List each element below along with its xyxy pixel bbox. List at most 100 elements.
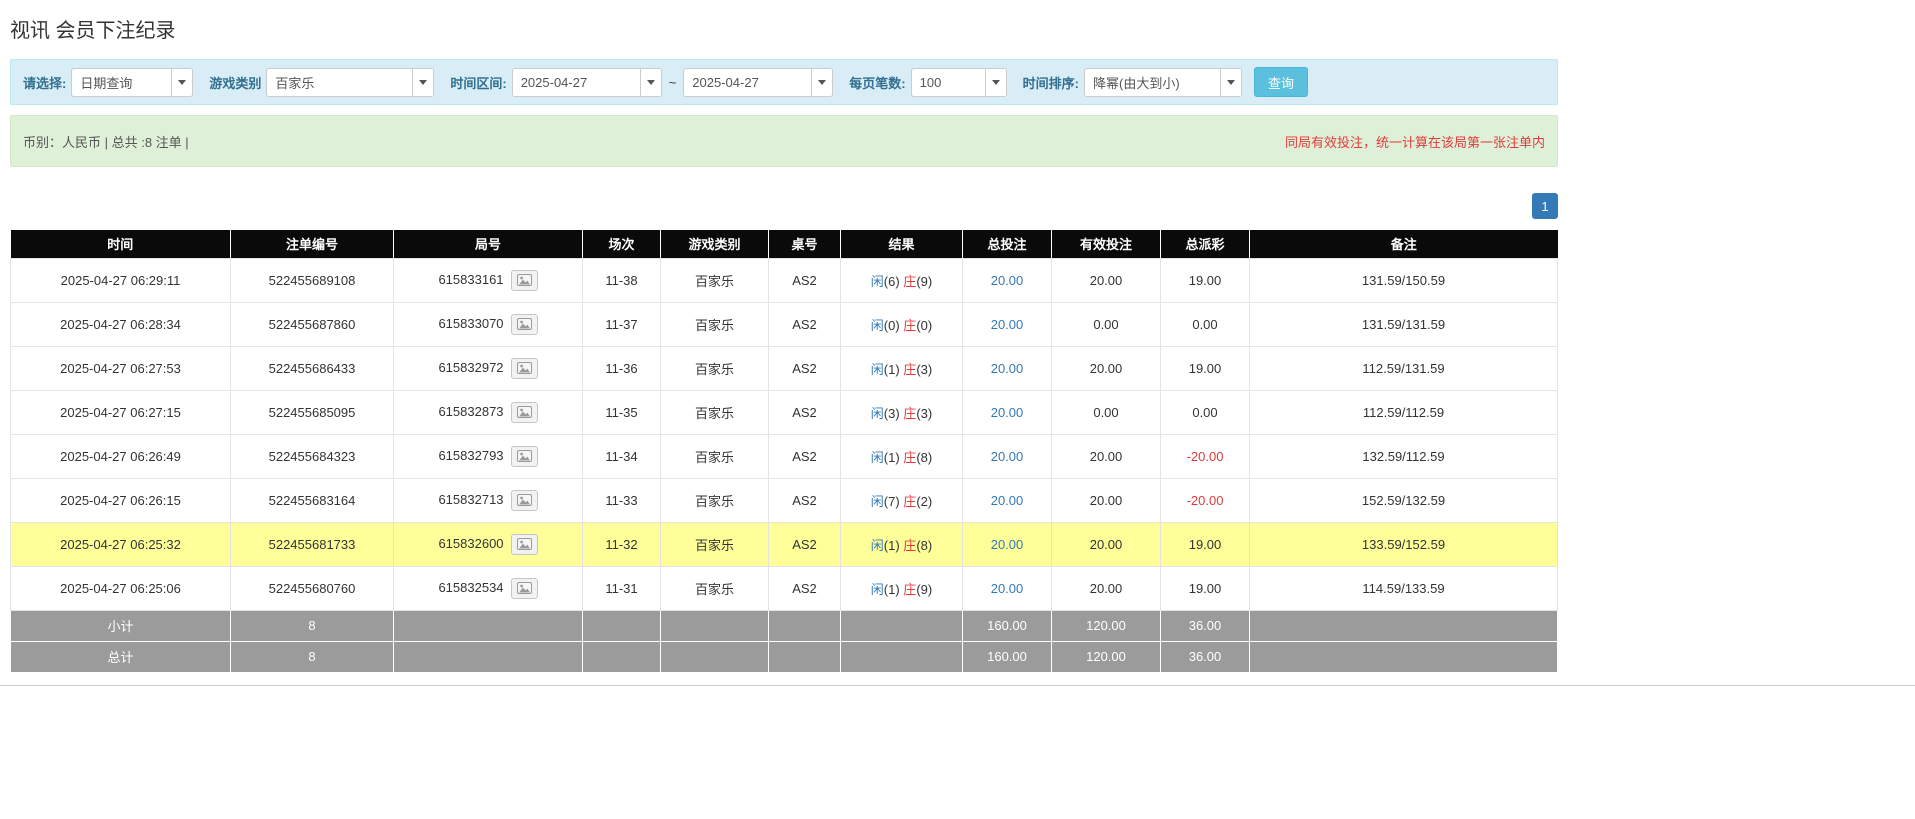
cell-total-bet[interactable]: 20.00 (962, 433, 1052, 479)
cell-total-bet[interactable]: 20.00 (962, 477, 1052, 523)
date-to-select[interactable]: 2025-04-27 (683, 67, 834, 97)
banker-result-label: 庄 (903, 493, 917, 509)
page-button-1[interactable]: 1 (1532, 193, 1558, 219)
cell-game-type: 百家乐 (660, 565, 769, 611)
game-type-dropdown-button[interactable] (412, 68, 434, 96)
picture-icon (516, 450, 532, 462)
cell-game-type: 百家乐 (660, 257, 769, 303)
cell-bet-id: 522455685095 (230, 389, 394, 435)
query-type-label: 请选择: (23, 75, 67, 91)
page-size-label: 每页笔数: (849, 75, 906, 91)
picture-icon (516, 274, 532, 286)
game-type-value: 百家乐 (275, 75, 315, 91)
query-type-select[interactable]: 日期查询 (71, 67, 194, 97)
footer-empty-cell (1249, 640, 1558, 673)
cell-total-bet[interactable]: 20.00 (962, 389, 1052, 435)
table-row: 2025-04-27 06:26:49 522455684323 615832793… (10, 433, 1558, 479)
cell-payout: 19.00 (1160, 345, 1250, 391)
time-sort-select[interactable]: 降幂(由大到小) (1083, 67, 1242, 97)
cell-total-bet[interactable]: 20.00 (962, 521, 1052, 567)
column-header: 局号 (393, 230, 583, 258)
time-sort-dropdown-button[interactable] (1219, 68, 1241, 96)
column-header: 备注 (1249, 230, 1558, 258)
page-size-dropdown-button[interactable] (984, 68, 1006, 96)
cell-total-bet[interactable]: 20.00 (962, 301, 1052, 347)
cell-valid-bet: 0.00 (1051, 389, 1161, 435)
cell-valid-bet: 20.00 (1051, 433, 1161, 479)
cell-result: 闲(7) 庄(2) (840, 477, 963, 523)
cell-time: 2025-04-27 06:26:49 (10, 433, 231, 479)
cell-round-id: 615832600 (393, 521, 583, 567)
banker-result-label: 庄 (903, 405, 917, 421)
page-size-select[interactable]: 100 (910, 67, 1007, 97)
round-detail-button[interactable] (510, 445, 538, 467)
cell-bet-id: 522455684323 (230, 433, 394, 479)
table-body: 2025-04-27 06:29:11 522455689108 615833161… (10, 257, 1558, 611)
round-id-text: 615832972 (438, 359, 504, 375)
footer-count: 8 (230, 640, 394, 673)
cell-game-type: 百家乐 (660, 301, 769, 347)
table-row: 2025-04-27 06:28:34 522455687860 615833070… (10, 301, 1558, 347)
cell-session: 11-38 (582, 257, 661, 303)
table-header: 时间 注单编号 局号 场次 游戏类别 桌号 结果 总投注 有效投注 总派彩 备注 (10, 230, 1558, 258)
cell-payout: 19.00 (1160, 565, 1250, 611)
cell-session: 11-32 (582, 521, 661, 567)
page-title: 视讯 会员下注纪录 (10, 20, 176, 42)
cell-note: 131.59/131.59 (1249, 301, 1558, 347)
column-header: 时间 (10, 230, 231, 258)
cell-valid-bet: 20.00 (1051, 257, 1161, 303)
cell-payout: 0.00 (1160, 389, 1250, 435)
cell-session: 11-37 (582, 301, 661, 347)
cell-session: 11-36 (582, 345, 661, 391)
banker-result-label: 庄 (903, 537, 917, 553)
footer-count: 8 (230, 609, 394, 642)
cell-valid-bet: 20.00 (1051, 521, 1161, 567)
column-header: 结果 (840, 230, 963, 258)
caret-down-icon (646, 79, 655, 85)
search-button[interactable]: 查询 (1253, 67, 1308, 97)
cell-game-type: 百家乐 (660, 389, 769, 435)
cell-bet-id: 522455689108 (230, 257, 394, 303)
footer-payout: 36.00 (1160, 640, 1250, 673)
cell-game-type: 百家乐 (660, 433, 769, 479)
cell-time: 2025-04-27 06:26:15 (10, 477, 231, 523)
round-id-text: 615832713 (438, 491, 504, 507)
column-header: 总投注 (962, 230, 1052, 258)
pagination: 1 (10, 193, 1558, 219)
table-row: 2025-04-27 06:27:53 522455686433 615832972… (10, 345, 1558, 391)
cell-table-no: AS2 (768, 565, 841, 611)
player-result-label: 闲 (870, 581, 884, 597)
footer-empty-cell (768, 640, 841, 673)
round-detail-button[interactable] (510, 489, 538, 511)
footer-total-bet: 160.00 (962, 609, 1052, 642)
cell-total-bet[interactable]: 20.00 (962, 257, 1052, 303)
date-range-separator: ~ (668, 74, 677, 90)
date-from-dropdown-button[interactable] (639, 68, 661, 96)
round-detail-button[interactable] (510, 269, 538, 291)
column-header: 注单编号 (230, 230, 394, 258)
time-sort-label: 时间排序: (1022, 75, 1079, 91)
footer-total-bet: 160.00 (962, 640, 1052, 673)
date-from-select[interactable]: 2025-04-27 (511, 67, 662, 97)
total-row: 总计 8 160.00 120.00 36.00 (10, 640, 1558, 673)
cell-result: 闲(3) 庄(3) (840, 389, 963, 435)
round-detail-button[interactable] (510, 313, 538, 335)
player-result-label: 闲 (870, 449, 884, 465)
player-result-label: 闲 (870, 361, 884, 377)
cell-total-bet[interactable]: 20.00 (962, 345, 1052, 391)
footer-payout: 36.00 (1160, 609, 1250, 642)
cell-session: 11-31 (582, 565, 661, 611)
summary-bar: 币别：人民币 | 总共 :8 注单 | 同局有效投注，统一计算在该局第一张注单内 (10, 115, 1558, 167)
round-detail-button[interactable] (510, 577, 538, 599)
game-type-select[interactable]: 百家乐 (266, 67, 435, 97)
query-type-dropdown-button[interactable] (171, 68, 193, 96)
table-footer: 小计 8 160.00 120.00 36.00 总计 8 160.00 120.00 36.00 (10, 609, 1558, 673)
round-detail-button[interactable] (510, 533, 538, 555)
valid-bet-note-text: 同局有效投注，统一计算在该局第一张注单内 (1284, 134, 1545, 150)
cell-total-bet[interactable]: 20.00 (962, 565, 1052, 611)
date-to-dropdown-button[interactable] (811, 68, 833, 96)
round-detail-button[interactable] (510, 401, 538, 423)
round-detail-button[interactable] (510, 357, 538, 379)
column-header: 游戏类别 (660, 230, 769, 258)
round-id-text: 615833161 (438, 271, 504, 287)
